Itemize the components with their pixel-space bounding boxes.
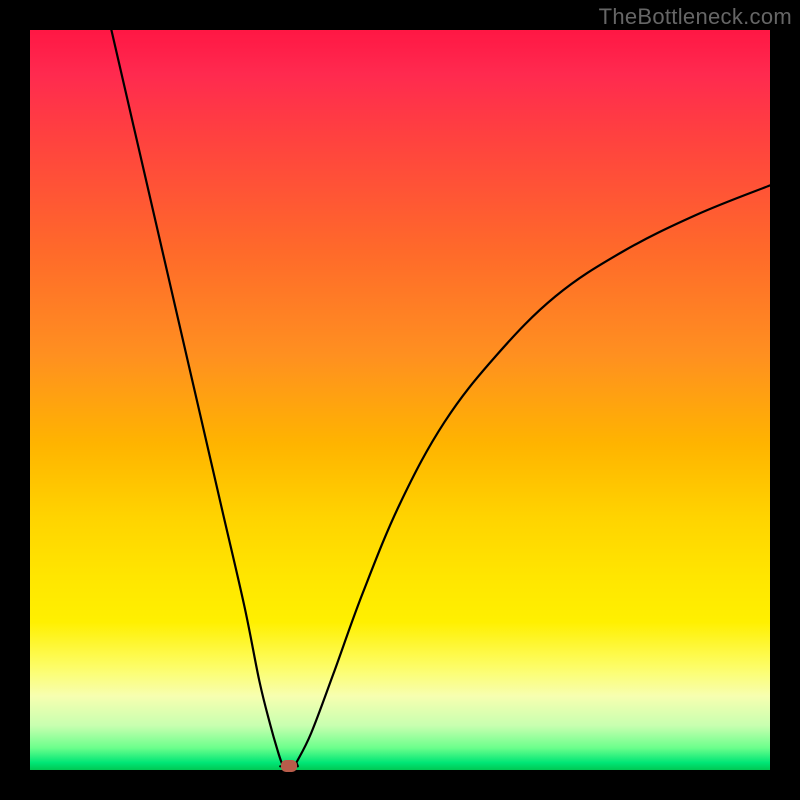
watermark-text: TheBottleneck.com bbox=[599, 4, 792, 30]
chart-frame: TheBottleneck.com bbox=[0, 0, 800, 800]
minimum-marker bbox=[281, 760, 297, 772]
bottleneck-curve bbox=[30, 30, 770, 770]
